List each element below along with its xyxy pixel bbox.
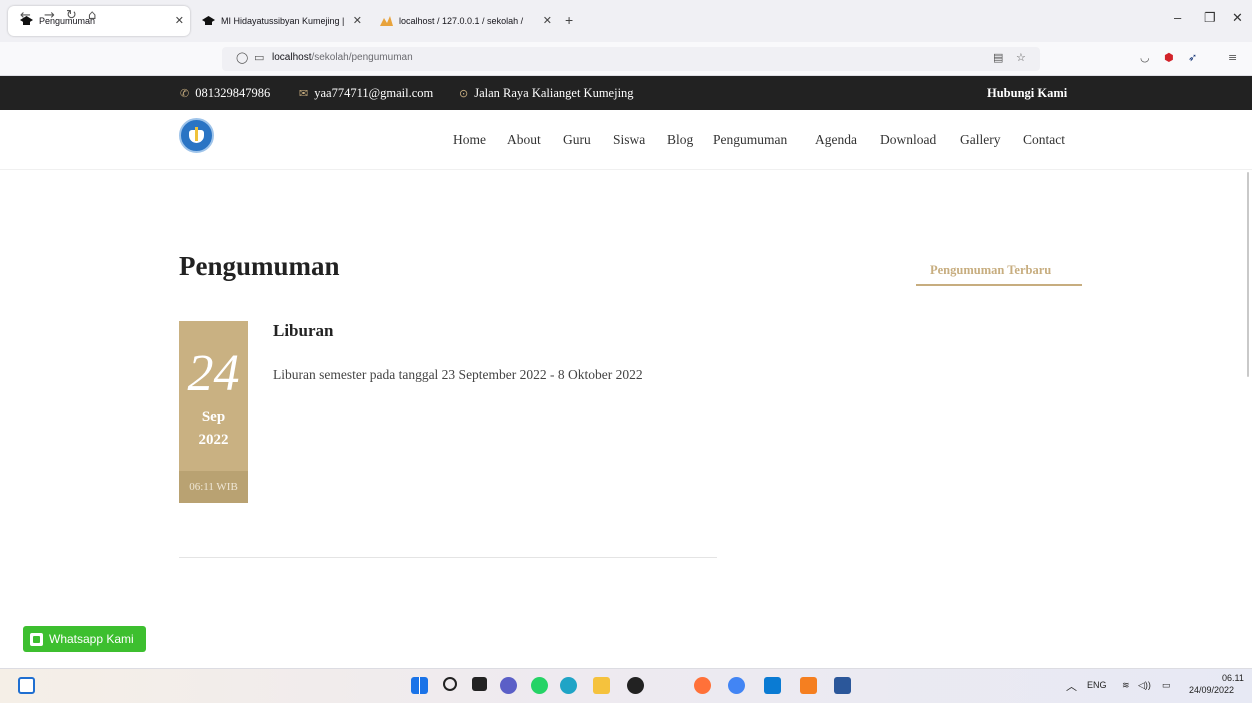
chrome-icon[interactable] — [728, 677, 745, 694]
ublock-icon[interactable]: ⬢ — [1164, 51, 1174, 64]
nav-about[interactable]: About — [507, 132, 541, 148]
post-body: Liburan semester pada tanggal 23 Septemb… — [273, 367, 643, 382]
minimize-icon[interactable]: – — [1174, 10, 1181, 25]
topbar-phone[interactable]: ✆ 081329847986 — [180, 86, 270, 101]
file-explorer-icon[interactable] — [593, 677, 610, 694]
close-icon[interactable]: ✕ — [353, 14, 362, 27]
tab-label: localhost / 127.0.0.1 / sekolah / — [399, 16, 524, 26]
nav-home[interactable]: Home — [453, 132, 486, 148]
tab-mi-hidayatussibyan[interactable]: MI Hidayatussibyan Kumejing | ✕ — [190, 6, 368, 36]
whatsapp-app-icon[interactable] — [531, 677, 548, 694]
search-icon[interactable] — [443, 677, 457, 691]
nav-agenda[interactable]: Agenda — [815, 132, 857, 148]
wifi-icon[interactable]: ≋ — [1122, 680, 1130, 691]
topbar-email[interactable]: ✉ yaa774711@gmail.com — [299, 86, 433, 101]
scrollbar[interactable] — [1247, 172, 1249, 377]
tab-phpmyadmin[interactable]: localhost / 127.0.0.1 / sekolah / ✕ — [368, 6, 558, 36]
nav-siswa[interactable]: Siswa — [613, 132, 645, 148]
nav-blog[interactable]: Blog — [667, 132, 693, 148]
word-icon[interactable] — [834, 677, 851, 694]
location-pin-icon: ⊙ — [459, 87, 469, 100]
back-arrow-icon[interactable]: ← — [20, 8, 31, 23]
post-title[interactable]: Liburan — [273, 321, 333, 341]
restore-icon[interactable]: ❐ — [1204, 10, 1216, 26]
post-time: 06:11 WIB — [179, 471, 248, 503]
whatsapp-icon — [30, 632, 43, 646]
post-date-day: 24 — [187, 345, 240, 402]
windows-taskbar — [0, 668, 1252, 703]
xampp-icon[interactable] — [800, 677, 817, 694]
clock-date[interactable]: 24/09/2022 — [1189, 685, 1234, 695]
volume-icon[interactable]: ◁)) — [1138, 680, 1151, 691]
bookmark-star-icon[interactable]: ☆ — [1016, 51, 1026, 64]
vscode-icon[interactable] — [764, 677, 781, 694]
edge-icon[interactable] — [560, 677, 577, 694]
post-date-year: 2022 — [198, 432, 229, 448]
phone-icon: ✆ — [180, 87, 190, 100]
nav-contact[interactable]: Contact — [1023, 132, 1065, 148]
page-icon: ▭ — [254, 51, 265, 64]
task-view-icon[interactable] — [472, 677, 487, 691]
start-icon[interactable] — [411, 677, 428, 694]
post-date-month: Sep — [201, 409, 226, 425]
nav-pengumuman[interactable]: Pengumuman — [713, 132, 787, 148]
firefox-icon[interactable] — [694, 677, 711, 694]
hubungi-kami-link[interactable]: Hubungi Kami — [987, 86, 1067, 101]
page-title: Pengumuman — [179, 251, 340, 281]
pocket-icon[interactable]: ◡ — [1140, 51, 1150, 64]
nav-guru[interactable]: Guru — [563, 132, 591, 148]
envelope-icon: ✉ — [299, 87, 309, 100]
media-player-icon[interactable] — [627, 677, 644, 694]
sidebar-title: Pengumuman Terbaru — [930, 263, 1052, 277]
shield-icon[interactable]: ◯ — [236, 51, 248, 64]
close-icon[interactable]: ✕ — [543, 14, 552, 27]
sidebar-title-underline — [916, 284, 1082, 286]
graduation-cap-icon — [202, 16, 215, 26]
url-text[interactable]: localhost/sekolah/pengumuman — [272, 52, 413, 63]
close-window-icon[interactable]: ✕ — [1232, 10, 1243, 26]
language-indicator[interactable]: ENG — [1087, 680, 1107, 690]
battery-icon[interactable]: ▭ — [1162, 680, 1171, 691]
clock-time[interactable]: 06.11 — [1222, 673, 1244, 683]
topbar-address: ⊙ Jalan Raya Kalianget Kumejing — [459, 86, 634, 100]
school-logo[interactable] — [179, 118, 214, 153]
whatsapp-button[interactable]: Whatsapp Kami — [23, 626, 146, 652]
phpmyadmin-icon — [380, 16, 393, 26]
menu-icon[interactable]: ≡ — [1228, 51, 1237, 64]
nav-gallery[interactable]: Gallery — [960, 132, 1000, 148]
reader-view-icon[interactable]: ▤ — [993, 51, 1003, 64]
forward-arrow-icon[interactable]: → — [44, 8, 55, 23]
reload-icon[interactable]: ↻ — [66, 8, 77, 23]
home-icon[interactable]: ⌂ — [88, 8, 96, 23]
tab-pengumuman[interactable]: Pengumuman ✕ — [8, 6, 190, 36]
new-tab-button[interactable]: + — [565, 12, 573, 28]
widgets-icon[interactable] — [18, 677, 35, 694]
close-icon[interactable]: ✕ — [175, 14, 184, 27]
tab-label: MI Hidayatussibyan Kumejing | — [221, 16, 345, 26]
teams-chat-icon[interactable] — [500, 677, 517, 694]
extension-icon[interactable]: ➶ — [1188, 51, 1197, 64]
tray-chevron-icon[interactable]: ︿ — [1066, 678, 1077, 694]
post-divider — [179, 557, 717, 558]
nav-download[interactable]: Download — [880, 132, 936, 148]
